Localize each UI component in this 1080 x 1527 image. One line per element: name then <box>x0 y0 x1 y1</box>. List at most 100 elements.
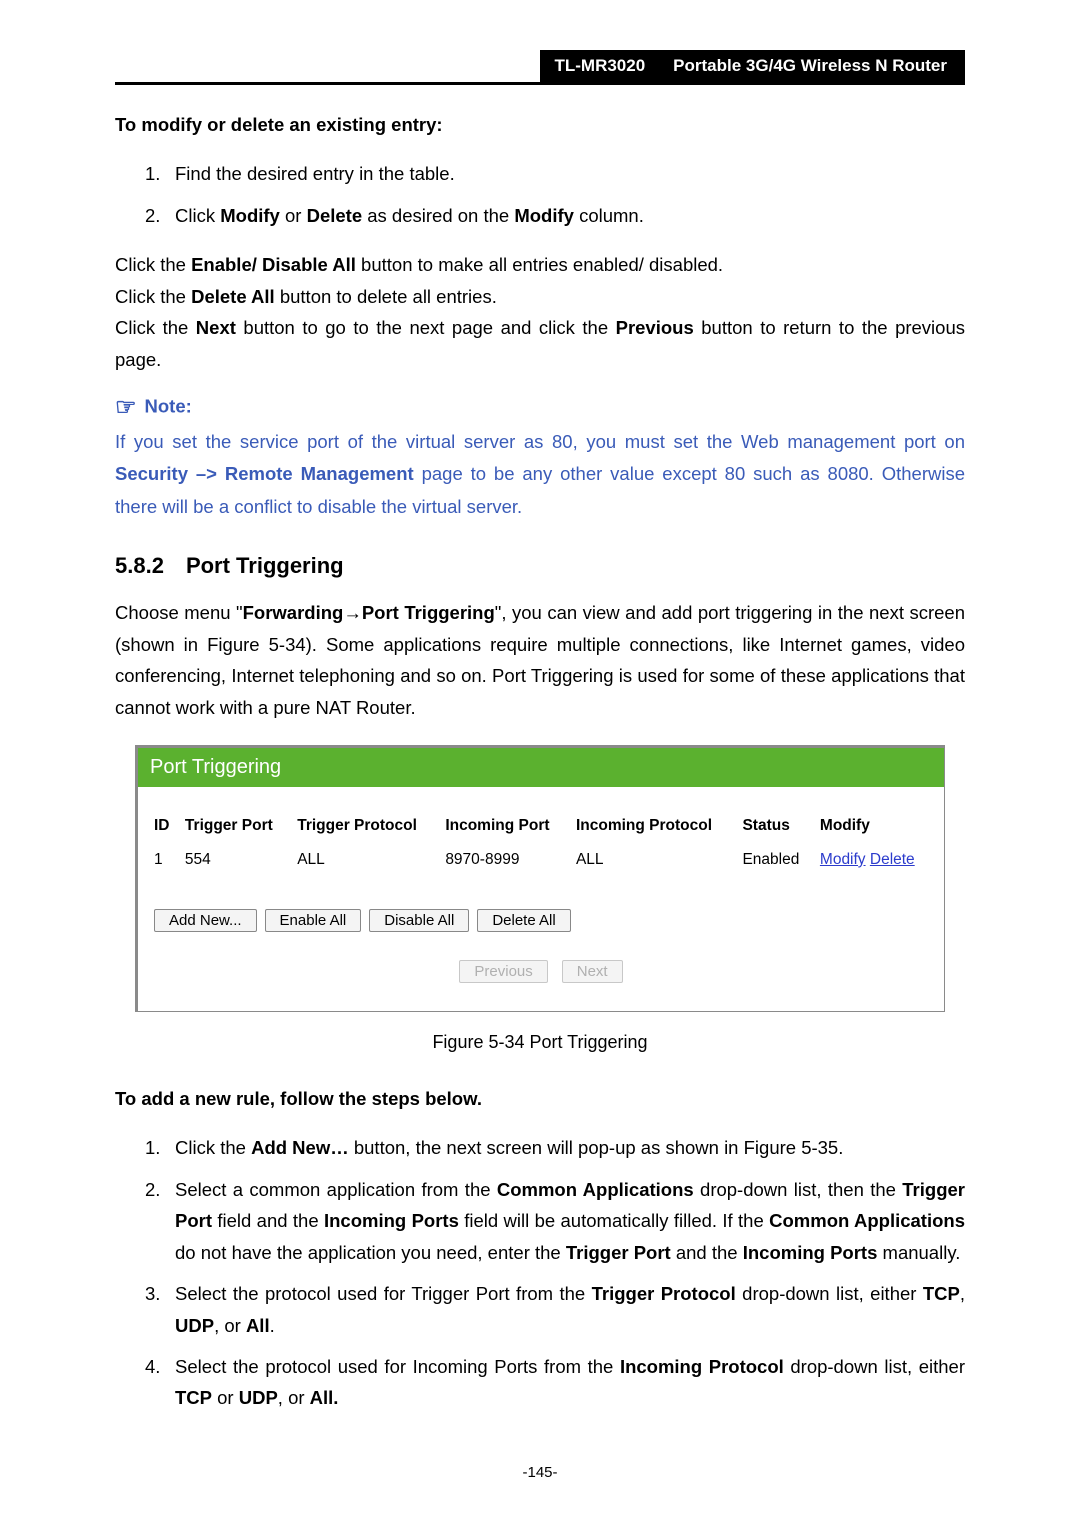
section-heading: 5.8.2 Port Triggering <box>115 553 965 579</box>
bold-text: All <box>246 1315 270 1336</box>
add-rule-heading: To add a new rule, follow the steps belo… <box>115 1083 965 1114</box>
add-rule-step-1: 1. Click the Add New… button, the next s… <box>145 1132 965 1163</box>
page-number: -145- <box>115 1464 965 1481</box>
text: field will be automatically filled. If t… <box>459 1210 769 1231</box>
text: or <box>212 1387 239 1408</box>
text: or <box>280 205 307 226</box>
bold-text: TCP <box>175 1387 212 1408</box>
previous-button[interactable]: Previous <box>459 960 547 983</box>
th-trigger-protocol: Trigger Protocol <box>291 813 439 847</box>
bold-text: Security –> Remote Management <box>115 463 414 484</box>
bold-text: All. <box>310 1387 339 1408</box>
cell-trigger-protocol: ALL <box>291 847 439 873</box>
text: Choose menu " <box>115 602 243 623</box>
add-new-button[interactable]: Add New... <box>154 909 257 932</box>
model-badge: TL-MR3020 <box>540 50 659 82</box>
section-title: Port Triggering <box>186 553 344 578</box>
text: Click <box>175 205 220 226</box>
text: Click the <box>175 1137 251 1158</box>
text: , or <box>278 1387 310 1408</box>
text: button to delete all entries. <box>275 286 497 307</box>
document-page: TL-MR3020 Portable 3G/4G Wireless N Rout… <box>0 0 1080 1521</box>
bold-text: Add New… <box>251 1137 349 1158</box>
bold-text: Delete <box>307 205 363 226</box>
product-title: Portable 3G/4G Wireless N Router <box>659 50 965 82</box>
list-number: 2. <box>145 200 175 231</box>
figure-port-triggering: Port Triggering ID Trigger Port Trigger … <box>135 745 945 1012</box>
list-item-text: Click the Add New… button, the next scre… <box>175 1132 965 1163</box>
list-item-text: Find the desired entry in the table. <box>175 158 965 189</box>
text: , <box>960 1283 965 1304</box>
bold-text: Modify <box>220 205 280 226</box>
button-row-1: Add New... Enable All Disable All Delete… <box>148 909 934 932</box>
delete-link[interactable]: Delete <box>870 851 915 868</box>
modify-link[interactable]: Modify <box>820 851 866 868</box>
bold-text: Forwarding→Port Triggering <box>243 602 495 623</box>
add-rule-step-3: 3. Select the protocol used for Trigger … <box>145 1278 965 1341</box>
bold-text: Delete All <box>191 286 275 307</box>
next-button[interactable]: Next <box>562 960 623 983</box>
cell-modify: Modify Delete <box>814 847 934 873</box>
delete-all-button[interactable]: Delete All <box>477 909 570 932</box>
text: . <box>270 1315 275 1336</box>
button-row-2: Previous Next <box>148 960 934 983</box>
text: button to go to the next page and click … <box>236 317 616 338</box>
text: field and the <box>212 1210 324 1231</box>
bold-text: Next <box>196 317 236 338</box>
th-incoming-protocol: Incoming Protocol <box>570 813 736 847</box>
text: , or <box>214 1315 246 1336</box>
add-rule-step-4: 4. Select the protocol used for Incoming… <box>145 1351 965 1414</box>
list-number: 3. <box>145 1278 175 1341</box>
th-id: ID <box>148 813 179 847</box>
th-status: Status <box>736 813 813 847</box>
th-trigger-port: Trigger Port <box>179 813 291 847</box>
text: button, the next screen will pop-up as s… <box>349 1137 844 1158</box>
list-number: 4. <box>145 1351 175 1414</box>
bold-text: Previous <box>616 317 694 338</box>
text: do not have the application you need, en… <box>175 1242 566 1263</box>
cell-id: 1 <box>148 847 179 873</box>
text: Select the protocol used for Trigger Por… <box>175 1283 592 1304</box>
th-modify: Modify <box>814 813 934 847</box>
table-row: 1 554 ALL 8970-8999 ALL Enabled Modify D… <box>148 847 934 873</box>
note-body: If you set the service port of the virtu… <box>115 426 965 523</box>
text: drop-down list, then the <box>694 1179 903 1200</box>
text: Select the protocol used for Incoming Po… <box>175 1356 620 1377</box>
text: Click the <box>115 286 191 307</box>
text: and the <box>671 1242 743 1263</box>
section-number: 5.8.2 <box>115 553 164 578</box>
text: drop-down list, either <box>736 1283 923 1304</box>
text: button to make all entries enabled/ disa… <box>356 254 723 275</box>
text: drop-down list, either <box>784 1356 965 1377</box>
cell-trigger-port: 554 <box>179 847 291 873</box>
list-item-text: Select the protocol used for Incoming Po… <box>175 1351 965 1414</box>
bold-text: Common Applications <box>497 1179 694 1200</box>
text: Select a common application from the <box>175 1179 497 1200</box>
modify-heading: To modify or delete an existing entry: <box>115 109 965 140</box>
bold-text: TCP <box>923 1283 960 1304</box>
bold-text: Enable/ Disable All <box>191 254 356 275</box>
paragraph: Click the Delete All button to delete al… <box>115 281 965 312</box>
modify-step-2: 2. Click Modify or Delete as desired on … <box>145 200 965 231</box>
text: as desired on the <box>362 205 514 226</box>
note-heading: ☞ Note: <box>115 393 965 422</box>
cell-status: Enabled <box>736 847 813 873</box>
cell-incoming-protocol: ALL <box>570 847 736 873</box>
paragraph: Click the Enable/ Disable All button to … <box>115 249 965 280</box>
list-number: 1. <box>145 1132 175 1163</box>
bold-text: Trigger Port <box>566 1242 671 1263</box>
section-paragraph: Choose menu "Forwarding→Port Triggering"… <box>115 597 965 723</box>
list-item-text: Select a common application from the Com… <box>175 1174 965 1268</box>
bold-text: Incoming Ports <box>324 1210 459 1231</box>
th-incoming-port: Incoming Port <box>439 813 570 847</box>
disable-all-button[interactable]: Disable All <box>369 909 469 932</box>
note-label: Note: <box>145 395 192 416</box>
text: If you set the service port of the virtu… <box>115 431 965 452</box>
pointing-hand-icon: ☞ <box>115 394 137 421</box>
figure-caption: Figure 5-34 Port Triggering <box>115 1032 965 1053</box>
modify-step-1: 1. Find the desired entry in the table. <box>145 158 965 189</box>
bold-text: Modify <box>514 205 574 226</box>
enable-all-button[interactable]: Enable All <box>265 909 362 932</box>
text: column. <box>574 205 644 226</box>
bold-text: UDP <box>175 1315 214 1336</box>
